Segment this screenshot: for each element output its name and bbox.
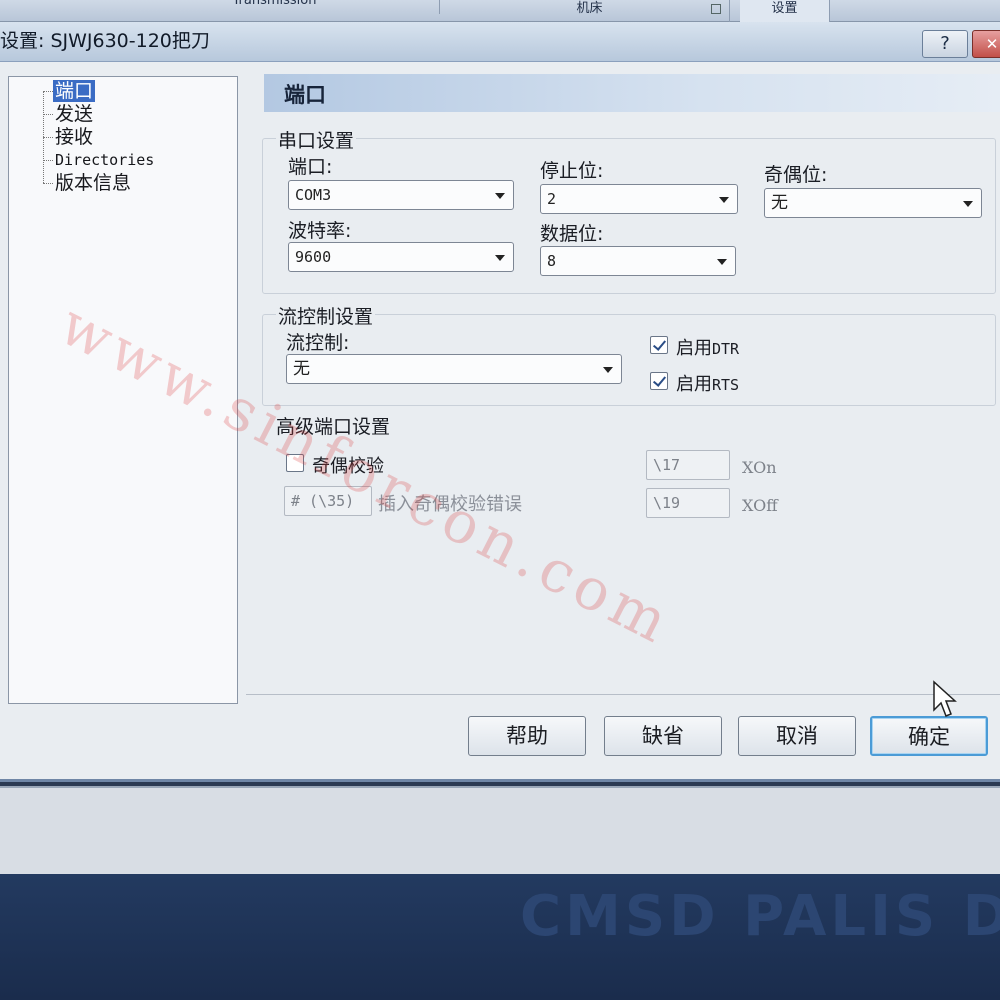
xon-label: XOn xyxy=(742,458,777,477)
port-select[interactable]: COM3 xyxy=(288,180,514,210)
help-button[interactable]: 帮助 xyxy=(468,716,586,756)
settings-dialog: 设置: SJWJ630-120把刀 ? ✕ 端口 发送 接收 Directori… xyxy=(0,22,1000,782)
xoff-label: XOff xyxy=(742,496,778,515)
chevron-down-icon xyxy=(495,255,505,261)
help-icon[interactable]: ? xyxy=(922,30,968,58)
tree-item-send[interactable]: 发送 xyxy=(53,103,95,125)
tree-connector xyxy=(43,183,53,184)
ok-button[interactable]: 确定 xyxy=(870,716,988,756)
settings-tree[interactable]: 端口 发送 接收 Directories 版本信息 xyxy=(8,76,238,704)
tree-item-directories[interactable]: Directories xyxy=(53,149,156,171)
button-separator xyxy=(246,694,1000,695)
serial-settings-title: 串口设置 xyxy=(276,126,357,153)
flow-label: 流控制: xyxy=(286,332,350,354)
insert-parity-error-label: 插入奇偶校验错误 xyxy=(378,494,522,515)
stop-bits-value: 2 xyxy=(547,190,557,208)
data-bits-select[interactable]: 8 xyxy=(540,246,736,276)
flow-control-title: 流控制设置 xyxy=(276,302,376,329)
rts-label-suffix: RTS xyxy=(712,376,740,394)
dtr-label-prefix: 启用 xyxy=(676,338,712,359)
dialog-title: 设置: SJWJ630-120把刀 xyxy=(0,30,210,52)
rts-checkbox[interactable] xyxy=(650,372,668,390)
tab-machine[interactable]: 机床 xyxy=(450,0,730,22)
chevron-down-icon xyxy=(717,259,727,265)
tab-machine-label: 机床 xyxy=(576,1,603,16)
chevron-down-icon xyxy=(963,201,973,207)
tab-transmission[interactable]: Transmission xyxy=(110,0,440,14)
tab-settings[interactable]: 设置 xyxy=(740,0,830,22)
baud-label: 波特率: xyxy=(288,220,352,242)
flow-select[interactable]: 无 xyxy=(286,354,622,384)
panel-header: 端口 xyxy=(264,74,1000,112)
port-value: COM3 xyxy=(295,186,332,204)
cancel-button[interactable]: 取消 xyxy=(738,716,856,756)
chevron-down-icon xyxy=(719,197,729,203)
parity-label: 奇偶位: xyxy=(764,164,828,186)
stop-bits-select[interactable]: 2 xyxy=(540,184,738,214)
panel-title: 端口 xyxy=(284,83,326,107)
dtr-label-suffix: DTR xyxy=(712,340,740,358)
xon-field[interactable]: \17 xyxy=(646,450,730,480)
parity-check-label: 奇偶校验 xyxy=(312,456,384,477)
port-label: 端口: xyxy=(288,156,333,178)
tree-item-port[interactable]: 端口 xyxy=(53,80,96,102)
tree-connector xyxy=(43,91,53,92)
chevron-down-icon xyxy=(603,367,613,373)
chevron-down-icon xyxy=(495,193,505,199)
flow-value: 无 xyxy=(293,359,310,379)
parity-check-checkbox[interactable] xyxy=(286,454,304,472)
tree-connector xyxy=(43,137,53,138)
app-status-area xyxy=(0,786,1000,874)
advanced-settings-title: 高级端口设置 xyxy=(274,412,393,439)
close-icon[interactable]: ✕ xyxy=(972,30,1000,58)
parity-value: 无 xyxy=(771,193,788,213)
background-text: CMSD PALIS D xyxy=(520,884,1000,949)
dtr-checkbox[interactable] xyxy=(650,336,668,354)
dialog-titlebar[interactable]: 设置: SJWJ630-120把刀 ? ✕ xyxy=(0,22,1000,62)
rts-label: 启用RTS xyxy=(676,370,739,396)
baud-value: 9600 xyxy=(295,248,332,266)
parity-select[interactable]: 无 xyxy=(764,188,982,218)
rts-label-prefix: 启用 xyxy=(676,374,712,395)
tree-connector xyxy=(43,160,53,161)
stop-bits-label: 停止位: xyxy=(540,160,604,182)
default-button[interactable]: 缺省 xyxy=(604,716,722,756)
dialog-launcher-icon[interactable] xyxy=(711,4,721,14)
tree-item-version-info[interactable]: 版本信息 xyxy=(53,172,133,194)
data-bits-label: 数据位: xyxy=(540,223,604,245)
tree-item-receive[interactable]: 接收 xyxy=(53,126,95,148)
data-bits-value: 8 xyxy=(547,252,557,270)
mouse-cursor-icon xyxy=(933,680,957,717)
parity-char-field[interactable]: # (\35) xyxy=(284,486,372,516)
xoff-field[interactable]: \19 xyxy=(646,488,730,518)
tree-connector xyxy=(43,114,53,115)
baud-select[interactable]: 9600 xyxy=(288,242,514,272)
dtr-label: 启用DTR xyxy=(676,334,739,360)
app-tab-strip: Transmission 机床 设置 xyxy=(0,0,1000,22)
